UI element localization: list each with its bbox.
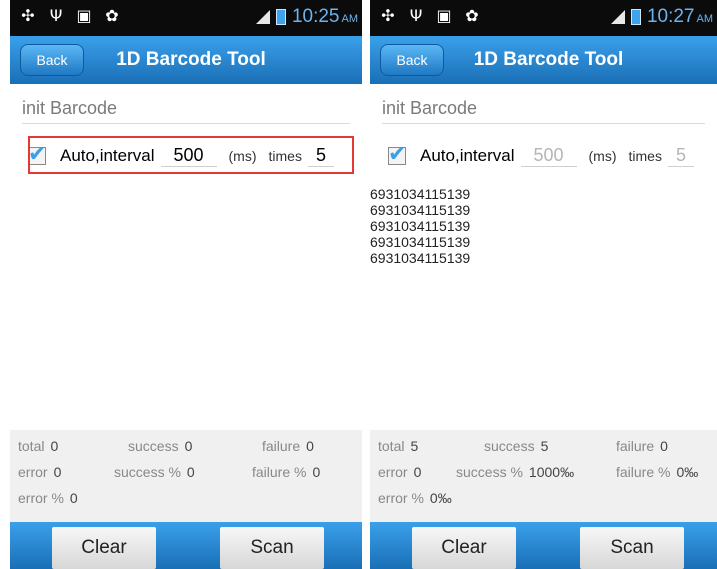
failure-pct-label: failure % <box>616 464 671 480</box>
interval-input[interactable]: 500 <box>520 145 577 167</box>
signal-icon <box>610 10 625 24</box>
status-bar: ✣ Ψ ▣ ✿ 10:27 AM <box>370 0 717 36</box>
failure-value: 0 <box>660 438 668 454</box>
ms-unit-label: (ms) <box>588 148 617 164</box>
scan-button[interactable]: Scan <box>580 527 684 569</box>
clear-button[interactable]: Clear <box>52 527 156 569</box>
scan-button[interactable]: Scan <box>220 527 324 569</box>
total-label: total <box>378 438 405 454</box>
back-button[interactable]: Back <box>380 44 444 76</box>
usb-debug-icon: ✣ <box>381 6 395 25</box>
success-value: 0 <box>184 438 193 454</box>
usb-debug-icon: ✣ <box>21 6 35 25</box>
clear-button[interactable]: Clear <box>412 527 516 569</box>
back-button[interactable]: Back <box>20 44 84 76</box>
bottom-bar: Clear Scan <box>370 522 717 569</box>
success-pct-label: success % <box>456 464 523 480</box>
app-icon: ✿ <box>105 6 119 25</box>
error-pct-value: 0‰ <box>429 490 452 506</box>
battery-icon <box>275 9 286 25</box>
error-pct-value: 0 <box>69 490 78 506</box>
result-line: 6931034115139 <box>370 186 471 202</box>
error-pct-label: error % <box>18 490 64 506</box>
failure-label: failure <box>262 438 301 454</box>
stats-panel: total 0 success 0 failure 0 error 0 success … <box>10 430 362 522</box>
total-label: total <box>18 438 45 454</box>
result-line: 6931034115139 <box>370 234 471 250</box>
status-ampm: AM <box>341 13 359 25</box>
success-pct-label: success % <box>114 464 181 480</box>
success-label: success <box>128 438 179 454</box>
title-bar: 1D Barcode Tool Back <box>370 36 717 84</box>
failure-pct-value: 0‰ <box>676 464 699 480</box>
title-bar: 1D Barcode Tool Back <box>10 36 362 84</box>
phone-screen-left: ✣ Ψ ▣ ✿ 10:25 AM 1D Barcode Tool Back ini… <box>10 0 362 569</box>
auto-scan-row: Auto,interval 500 (ms) times 5 <box>388 140 694 172</box>
app-icon: ✿ <box>465 6 479 25</box>
success-pct-value: 1000‰ <box>528 464 575 480</box>
success-label: success <box>484 438 535 454</box>
error-label: error <box>18 464 48 480</box>
result-line: 6931034115139 <box>370 250 471 266</box>
times-input[interactable]: 5 <box>667 145 694 167</box>
usb-icon: Ψ <box>409 6 423 25</box>
init-barcode-input[interactable]: init Barcode <box>382 93 705 124</box>
total-value: 0 <box>50 438 59 454</box>
success-pct-value: 0 <box>186 464 195 480</box>
error-value: 0 <box>53 464 62 480</box>
success-value: 5 <box>540 438 549 454</box>
error-pct-label: error % <box>378 490 424 506</box>
signal-icon <box>255 10 270 24</box>
battery-icon <box>630 9 641 25</box>
image-icon: ▣ <box>76 6 92 25</box>
times-label: times <box>628 148 662 164</box>
highlight-box <box>28 136 354 174</box>
phone-screen-right: ✣ Ψ ▣ ✿ 10:27 AM 1D Barcode Tool Back ini… <box>370 0 717 569</box>
status-ampm: AM <box>696 13 714 25</box>
bottom-bar: Clear Scan <box>10 522 362 569</box>
failure-label: failure <box>616 438 655 454</box>
usb-icon: Ψ <box>49 6 63 25</box>
auto-interval-label: Auto,interval <box>420 146 515 165</box>
auto-checkbox[interactable] <box>388 142 406 167</box>
failure-pct-label: failure % <box>252 464 307 480</box>
result-line: 6931034115139 <box>370 218 471 234</box>
result-line: 6931034115139 <box>370 202 471 218</box>
error-label: error <box>378 464 408 480</box>
status-time: 10:25 <box>291 6 340 27</box>
total-value: 5 <box>410 438 419 454</box>
image-icon: ▣ <box>436 6 452 25</box>
init-barcode-input[interactable]: init Barcode <box>22 93 350 124</box>
failure-pct-value: 0 <box>312 464 321 480</box>
scan-results-list: 6931034115139 6931034115139 693103411513… <box>370 186 470 266</box>
stats-panel: total 5 success 5 failure 0 error 0 success … <box>370 430 717 522</box>
status-bar: ✣ Ψ ▣ ✿ 10:25 AM <box>10 0 362 36</box>
error-value: 0 <box>413 464 422 480</box>
status-time: 10:27 <box>646 6 695 27</box>
failure-value: 0 <box>306 438 314 454</box>
